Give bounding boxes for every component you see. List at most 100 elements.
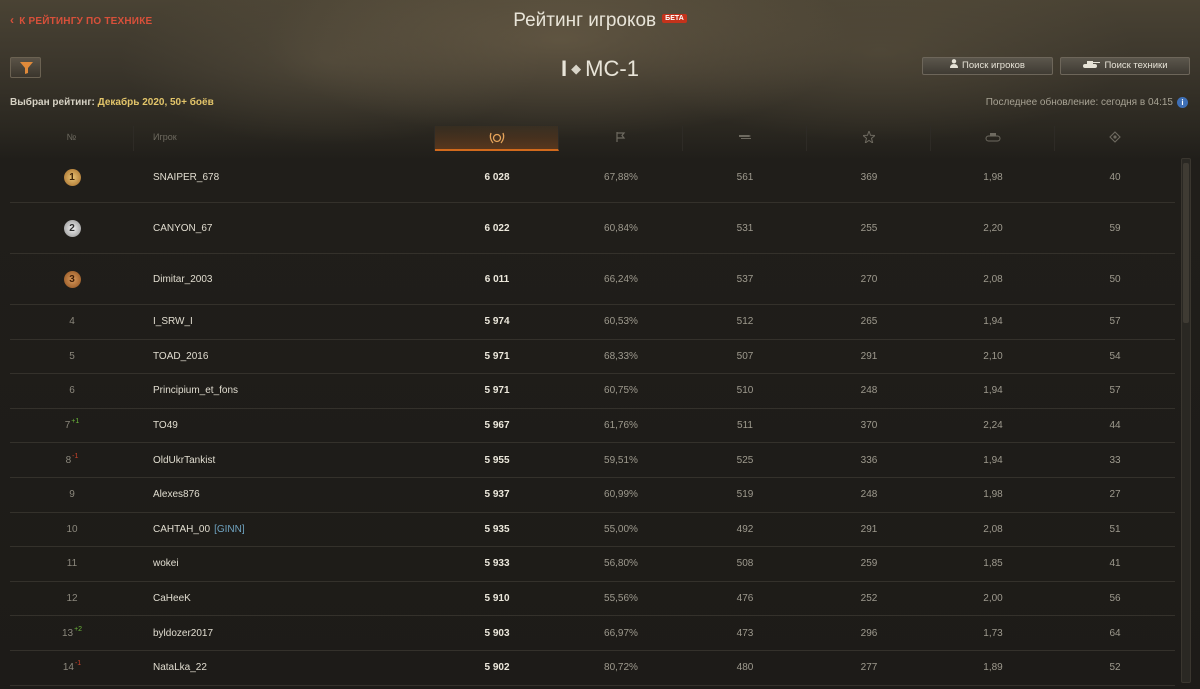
player-name[interactable]: TO49 (153, 420, 178, 431)
column-assist[interactable] (1055, 126, 1175, 151)
beta-badge: БЕТА (662, 14, 687, 23)
player-name[interactable]: wokei (153, 558, 179, 569)
chosen-rating-value[interactable]: Декабрь 2020, 50+ боёв (98, 97, 214, 108)
cell-player[interactable]: CANYON_67 (153, 203, 433, 253)
column-rating[interactable] (435, 126, 559, 151)
clan-tag[interactable]: [GINN] (214, 524, 245, 535)
cell-rank: 4 (50, 305, 94, 339)
player-name[interactable]: CAHTAH_00 (153, 524, 210, 535)
rank-number: 5 (69, 350, 75, 362)
cell-player[interactable]: TO49 (153, 409, 433, 443)
rank-change: +2 (74, 625, 83, 633)
column-player[interactable]: Игрок (134, 126, 435, 151)
column-rank[interactable]: № (10, 126, 134, 151)
player-name[interactable]: TOAD_2016 (153, 351, 208, 362)
tank-icon (1082, 58, 1101, 74)
cell-avg-assist: 27 (1109, 489, 1121, 501)
cell-winrate: 60,53% (604, 316, 638, 328)
player-name[interactable]: CaHeeK (153, 593, 191, 604)
rank-number: 14 (62, 662, 74, 674)
cell-winrate: 60,75% (604, 385, 638, 397)
rank-number: 12 (66, 593, 78, 605)
player-name[interactable]: Principium_et_fons (153, 385, 238, 396)
column-kills[interactable] (931, 126, 1055, 151)
rank-number: 13 (61, 627, 74, 639)
search-vehicles-button[interactable]: Поиск техники (1060, 57, 1190, 75)
rank-medal-icon: 2 (63, 219, 81, 237)
player-name[interactable]: CANYON_67 (153, 223, 212, 234)
column-winrate[interactable] (559, 126, 683, 151)
scrollbar[interactable] (1181, 158, 1191, 683)
cell-avg-experience: 296 (860, 627, 878, 639)
table-row[interactable]: 4 I_SRW_I 5 974 60,53% 512 265 1,94 57 (10, 305, 1175, 340)
search-players-button[interactable]: Поиск игроков (922, 57, 1053, 75)
table-row[interactable]: 5 TOAD_2016 5 971 68,33% 507 291 2,10 54 (10, 340, 1175, 375)
info-icon[interactable]: i (1177, 97, 1188, 108)
cell-rank: 14 -1 (50, 651, 94, 685)
cell-rank: 2 (50, 203, 94, 253)
table-row[interactable]: 12 CaHeeK 5 910 55,56% 476 252 2,00 56 (10, 582, 1175, 617)
player-name[interactable]: I_SRW_I (153, 316, 193, 327)
table-row[interactable]: 6 Principium_et_fons 5 971 60,75% 510 248 1,94… (10, 374, 1175, 409)
cell-avg-kills: 2,24 (983, 420, 1003, 432)
cell-avg-experience: 248 (860, 489, 878, 501)
cell-winrate: 55,00% (604, 523, 638, 535)
cell-player[interactable]: I_SRW_I (153, 305, 433, 339)
cell-avg-experience: 259 (860, 558, 878, 570)
player-name[interactable]: SNAIPER_678 (153, 172, 219, 183)
table-row[interactable]: 2 CANYON_67 6 022 60,84% 531 255 2,20 59 (10, 203, 1175, 254)
cell-rank: 5 (50, 340, 94, 374)
cell-rating: 5 974 (484, 316, 510, 328)
column-player-label: Игрок (153, 132, 177, 142)
table-row[interactable]: 3 Dimitar_2003 6 011 66,24% 537 270 2,08 50 (10, 254, 1175, 305)
cell-avg-damage: 561 (736, 171, 754, 183)
rank-number: 6 (69, 385, 75, 397)
cell-avg-assist: 59 (1109, 222, 1121, 234)
cell-avg-damage: 519 (736, 489, 754, 501)
cell-avg-experience: 248 (860, 385, 878, 397)
cell-player[interactable]: CAHTAH_00 [GINN] (153, 513, 433, 547)
table-row[interactable]: 14 -1 NataLka_22 5 902 80,72% 480 277 1,89 52 (10, 651, 1175, 686)
cell-player[interactable]: Principium_et_fons (153, 374, 433, 408)
cell-avg-experience: 370 (860, 420, 878, 432)
cell-rank: 6 (50, 374, 94, 408)
cell-avg-damage: 531 (736, 222, 754, 234)
cell-winrate: 80,72% (604, 662, 638, 674)
cell-player[interactable]: TOAD_2016 (153, 340, 433, 374)
player-name[interactable]: Dimitar_2003 (153, 274, 212, 285)
table-row[interactable]: 7 +1 TO49 5 967 61,76% 511 370 2,24 44 (10, 409, 1175, 444)
chosen-rating: Выбран рейтинг: Декабрь 2020, 50+ боёв (10, 97, 214, 108)
cell-avg-kills: 1,94 (983, 454, 1003, 466)
table-row[interactable]: 8 -1 OldUkrTankist 5 955 59,51% 525 336 1,94 33 (10, 443, 1175, 478)
rank-number: 7 (64, 420, 71, 432)
cell-player[interactable]: NataLka_22 (153, 651, 433, 685)
scrollbar-thumb[interactable] (1183, 163, 1189, 323)
table-row[interactable]: 11 wokei 5 933 56,80% 508 259 1,85 41 (10, 547, 1175, 582)
cell-player[interactable]: wokei (153, 547, 433, 581)
cell-player[interactable]: CaHeeK (153, 582, 433, 616)
cell-player[interactable]: byldozer2017 (153, 616, 433, 650)
tank-destroyed-icon (985, 133, 1000, 142)
cell-rating: 6 022 (484, 222, 510, 234)
table-row[interactable]: 13 +2 byldozer2017 5 903 66,97% 473 296 1,73 64 (10, 616, 1175, 651)
column-damage[interactable] (683, 126, 807, 151)
cell-avg-experience: 291 (860, 350, 878, 362)
player-name[interactable]: NataLka_22 (153, 662, 207, 673)
table-row[interactable]: 9 Alexes876 5 937 60,99% 519 248 1,98 27 (10, 478, 1175, 513)
cell-player[interactable]: Dimitar_2003 (153, 254, 433, 304)
cell-avg-damage: 492 (736, 523, 754, 535)
cell-winrate: 66,97% (604, 627, 638, 639)
cell-avg-damage: 510 (736, 385, 754, 397)
table-row[interactable]: 10 CAHTAH_00 [GINN] 5 935 55,00% 492 291 2,08 51 (10, 513, 1175, 548)
cell-player[interactable]: Alexes876 (153, 478, 433, 512)
player-name[interactable]: OldUkrTankist (153, 455, 215, 466)
cell-rating: 5 935 (484, 523, 510, 535)
cell-player[interactable]: OldUkrTankist (153, 443, 433, 477)
player-name[interactable]: Alexes876 (153, 489, 200, 500)
cell-player[interactable]: SNAIPER_678 (153, 152, 433, 202)
cell-avg-assist: 52 (1109, 662, 1121, 674)
table-row[interactable]: 1 SNAIPER_678 6 028 67,88% 561 369 1,98 40 (10, 152, 1175, 203)
player-name[interactable]: byldozer2017 (153, 628, 213, 639)
column-experience[interactable] (807, 126, 931, 151)
cell-avg-assist: 64 (1109, 627, 1121, 639)
